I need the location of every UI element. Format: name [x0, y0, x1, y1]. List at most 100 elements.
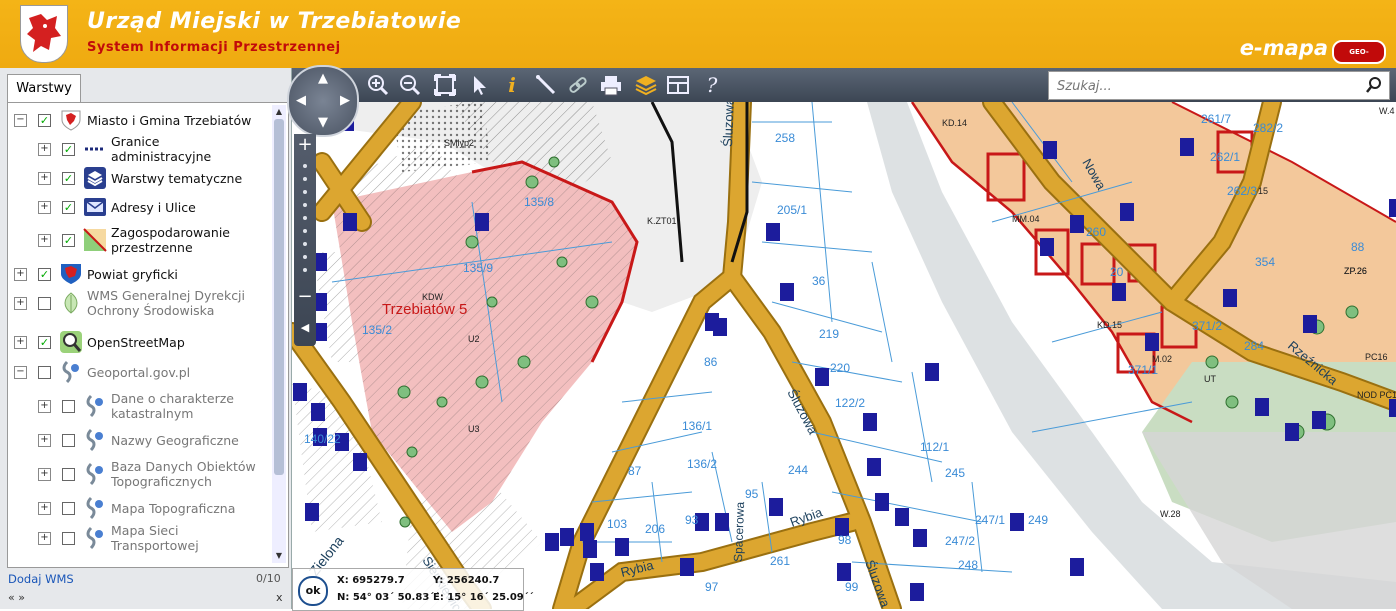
- parcel-number[interactable]: 282/2: [1253, 121, 1283, 135]
- parcel-number[interactable]: 249: [1028, 513, 1048, 527]
- zoom-level-dot[interactable]: [303, 229, 307, 233]
- parcel-number[interactable]: 99: [845, 580, 859, 594]
- parcel-number[interactable]: 122/2: [835, 396, 865, 410]
- parcel-number[interactable]: 15: [1258, 186, 1268, 196]
- parcel-number[interactable]: 87: [628, 464, 642, 478]
- parcel-number[interactable]: 261/7: [1201, 112, 1231, 126]
- zoom-plus-icon[interactable]: +: [297, 136, 313, 154]
- layer-label[interactable]: Zagospodarowanie przestrzenne: [111, 225, 261, 255]
- address-marker[interactable]: [1145, 333, 1159, 351]
- address-marker[interactable]: [766, 223, 780, 241]
- address-marker[interactable]: [343, 213, 357, 231]
- layer-checkbox[interactable]: [38, 296, 51, 310]
- layer-checkbox[interactable]: [62, 467, 75, 481]
- address-marker[interactable]: [1040, 238, 1054, 256]
- parcel-number[interactable]: M.02: [1152, 354, 1172, 364]
- layer-label[interactable]: Miasto i Gmina Trzebiatów: [87, 113, 251, 128]
- layer-label[interactable]: Nazwy Geograficzne: [111, 433, 239, 448]
- panel-close-button[interactable]: x: [276, 591, 283, 604]
- parcel-number[interactable]: W.4: [1379, 106, 1395, 116]
- help-icon[interactable]: ?: [698, 71, 726, 99]
- pan-up-icon[interactable]: ▲: [315, 71, 331, 87]
- layer-row[interactable]: + Mapa Topograficzna: [38, 495, 235, 521]
- parcel-number[interactable]: 258: [775, 131, 795, 145]
- pan-down-icon[interactable]: ▼: [315, 115, 331, 131]
- address-marker[interactable]: [1010, 513, 1024, 531]
- address-marker[interactable]: [1112, 283, 1126, 301]
- address-marker[interactable]: [925, 363, 939, 381]
- collapse-panel-icon[interactable]: ◀: [297, 320, 313, 336]
- address-marker[interactable]: [815, 368, 829, 386]
- zoom-level-dot[interactable]: [303, 177, 307, 181]
- parcel-number[interactable]: 248: [958, 558, 978, 572]
- measure-icon[interactable]: [532, 71, 560, 99]
- parcel-number[interactable]: 98: [838, 533, 852, 547]
- address-marker[interactable]: [545, 533, 559, 551]
- parcel-number[interactable]: 93: [685, 513, 699, 527]
- zoom-level-dot[interactable]: [303, 203, 307, 207]
- parcel-number[interactable]: 103: [607, 517, 627, 531]
- address-marker[interactable]: [311, 403, 325, 421]
- zoom-level-dot[interactable]: [303, 255, 307, 259]
- layer-checkbox[interactable]: [62, 531, 75, 545]
- parcel-number[interactable]: 135/2: [362, 323, 392, 337]
- address-marker[interactable]: [705, 313, 719, 331]
- address-marker[interactable]: [769, 498, 783, 516]
- layer-row[interactable]: − ✓ Miasto i Gmina Trzebiatów: [14, 107, 251, 133]
- parcel-number[interactable]: 86: [704, 355, 718, 369]
- parcel-number[interactable]: 245: [945, 466, 965, 480]
- parcel-number[interactable]: 219: [819, 327, 839, 341]
- layer-label[interactable]: Geoportal.gov.pl: [87, 365, 190, 380]
- parcel-number[interactable]: KD.15: [1097, 320, 1122, 330]
- address-marker[interactable]: [1312, 411, 1326, 429]
- layer-label[interactable]: Mapa Sieci Transportowej: [111, 523, 261, 553]
- layer-label[interactable]: Dane o charakterze katastralnym: [111, 391, 261, 421]
- layer-row[interactable]: + ✓ Granice administracyjne: [38, 134, 261, 164]
- address-marker[interactable]: [475, 213, 489, 231]
- layer-checkbox[interactable]: ✓: [62, 200, 75, 214]
- collapse-node-icon[interactable]: −: [14, 365, 27, 379]
- layer-checkbox[interactable]: [62, 501, 75, 515]
- layer-label[interactable]: Warstwy tematyczne: [111, 171, 242, 186]
- layer-label[interactable]: Mapa Topograficzna: [111, 501, 235, 516]
- layer-checkbox[interactable]: ✓: [62, 142, 75, 156]
- pan-left-icon[interactable]: ◀: [293, 93, 309, 109]
- address-marker[interactable]: [305, 503, 319, 521]
- address-marker[interactable]: [913, 529, 927, 547]
- address-marker[interactable]: [910, 583, 924, 601]
- parcel-number[interactable]: 244: [788, 463, 808, 477]
- layer-row[interactable]: + Baza Danych Obiektów Topograficznych: [38, 459, 261, 489]
- zoom-level-dot[interactable]: [303, 268, 307, 272]
- layer-row[interactable]: + ✓ Warstwy tematyczne: [38, 165, 242, 191]
- address-marker[interactable]: [583, 540, 597, 558]
- address-marker[interactable]: [560, 528, 574, 546]
- search-input[interactable]: [1055, 75, 1359, 97]
- layer-label[interactable]: OpenStreetMap: [87, 335, 185, 350]
- parcel-number[interactable]: 20: [1110, 265, 1124, 279]
- address-marker[interactable]: [715, 513, 729, 531]
- parcel-number[interactable]: 140/22: [304, 432, 341, 446]
- parcel-number[interactable]: 247/1: [975, 513, 1005, 527]
- layer-label[interactable]: Powiat gryficki: [87, 267, 178, 282]
- full-extent-icon[interactable]: [431, 71, 459, 99]
- layer-checkbox[interactable]: ✓: [62, 233, 75, 247]
- layer-checkbox[interactable]: ✓: [38, 335, 51, 349]
- expand-node-icon[interactable]: +: [14, 335, 27, 349]
- layer-checkbox[interactable]: [62, 433, 75, 447]
- parcel-number[interactable]: 247/2: [945, 534, 975, 548]
- zoom-level-dot[interactable]: [303, 216, 307, 220]
- zoom-minus-icon[interactable]: −: [297, 288, 313, 306]
- parcel-number[interactable]: 95: [745, 487, 759, 501]
- address-marker[interactable]: [1070, 558, 1084, 576]
- address-marker[interactable]: [895, 508, 909, 526]
- parcel-number[interactable]: 112/1: [920, 440, 949, 454]
- address-marker[interactable]: [1285, 423, 1299, 441]
- panel-nav-arrows[interactable]: « »: [8, 591, 25, 604]
- parcel-number[interactable]: 261: [770, 554, 790, 568]
- collapse-node-icon[interactable]: −: [14, 113, 27, 127]
- parcel-number[interactable]: U3: [468, 424, 480, 434]
- parcel-number[interactable]: 284: [1244, 339, 1264, 353]
- parcel-number[interactable]: 135/8: [524, 195, 554, 209]
- parcel-number[interactable]: NOD PC1: [1357, 390, 1396, 400]
- layer-checkbox[interactable]: ✓: [62, 171, 75, 185]
